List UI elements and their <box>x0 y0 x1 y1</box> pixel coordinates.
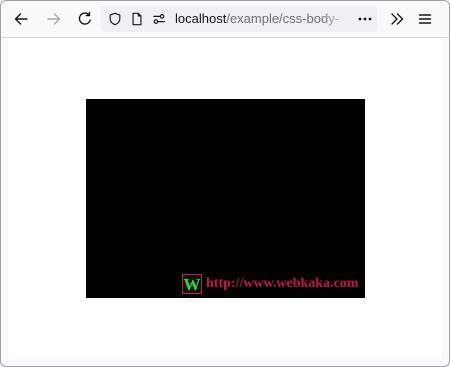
menu-button[interactable] <box>413 7 437 31</box>
page-actions-button[interactable] <box>353 7 377 31</box>
webkaka-logo: W <box>182 274 202 294</box>
page-icon[interactable] <box>129 11 145 27</box>
shield-icon[interactable] <box>107 11 123 27</box>
reload-icon <box>78 11 91 25</box>
url-path: /example/css-body- <box>226 11 340 26</box>
url-bar[interactable]: localhost/example/css-body- <box>101 6 377 32</box>
arrow-left-icon <box>14 13 28 25</box>
watermark: W http://www.webkaka.com <box>182 274 358 294</box>
watermark-url: http://www.webkaka.com <box>206 276 359 291</box>
url-host: localhost <box>175 11 227 26</box>
hamburger-menu-icon <box>418 14 432 24</box>
more-horizontal-icon <box>358 17 372 21</box>
browser-toolbar: localhost/example/css-body- <box>1 1 449 38</box>
black-box: W http://www.webkaka.com <box>86 99 365 298</box>
url-text[interactable]: localhost/example/css-body- <box>175 11 353 27</box>
overflow-button[interactable] <box>385 7 409 31</box>
permissions-icon[interactable] <box>151 11 167 27</box>
back-button[interactable] <box>9 7 33 31</box>
browser-window: localhost/example/css-body- W http://www… <box>0 0 450 367</box>
forward-button[interactable] <box>42 7 66 31</box>
reload-button[interactable] <box>73 7 97 31</box>
arrow-right-icon <box>47 13 61 25</box>
chevrons-right-icon <box>391 13 404 25</box>
page-content: W http://www.webkaka.com <box>8 38 442 359</box>
